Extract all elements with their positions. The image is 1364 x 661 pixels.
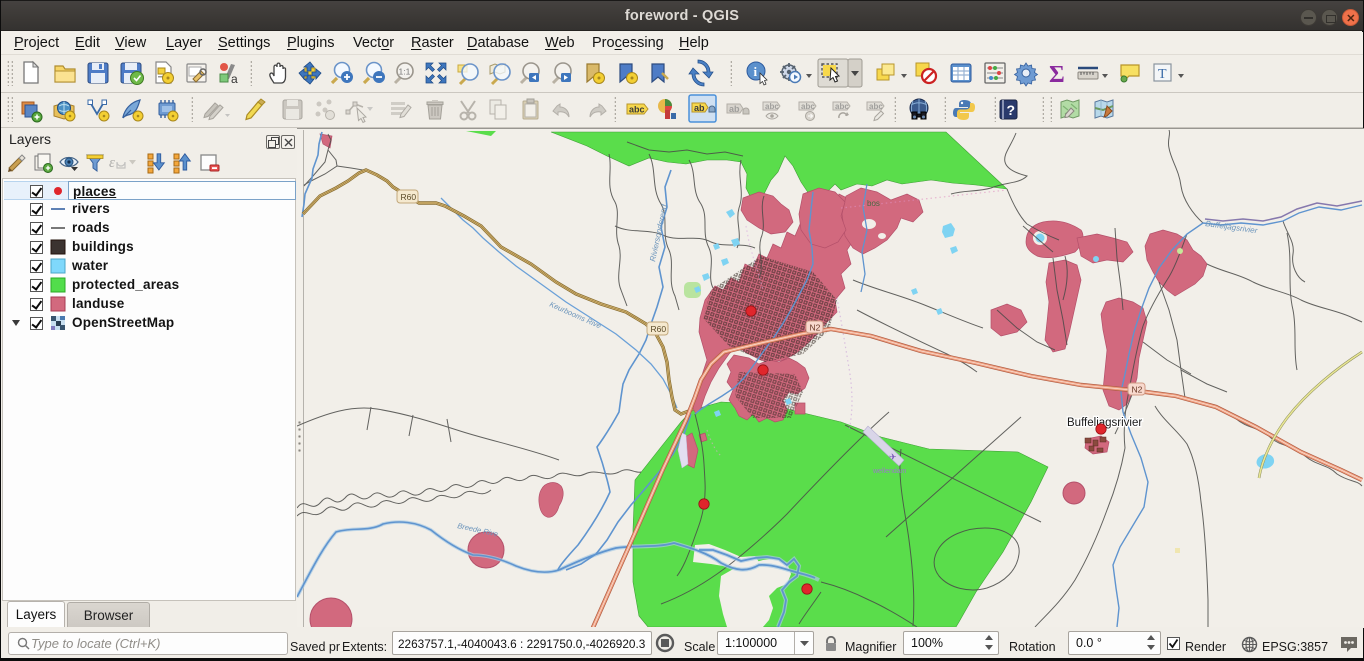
- svg-text:abc: abc: [835, 102, 849, 111]
- svg-text:ε: ε: [109, 155, 115, 171]
- svg-text:abc: abc: [801, 102, 815, 111]
- svg-text:abc: abc: [629, 105, 645, 115]
- svg-text:abc: abc: [869, 102, 883, 111]
- svg-text:wellendam: wellendam: [872, 468, 907, 475]
- svg-text:N2: N2: [810, 323, 821, 333]
- svg-text:?: ?: [1007, 102, 1016, 118]
- svg-text:i: i: [754, 64, 758, 79]
- svg-text:a: a: [231, 72, 238, 86]
- svg-text:✈: ✈: [889, 452, 897, 462]
- svg-text:R60: R60: [401, 192, 417, 202]
- svg-text:abc: abc: [765, 102, 779, 111]
- svg-text:Σ: Σ: [1049, 62, 1065, 88]
- svg-text:R60: R60: [651, 324, 667, 334]
- svg-text:ab: ab: [694, 103, 705, 113]
- svg-text:bos: bos: [867, 199, 880, 208]
- svg-text:N2: N2: [1132, 385, 1143, 395]
- svg-text:ab: ab: [729, 104, 740, 114]
- svg-text:1:1: 1:1: [399, 67, 411, 77]
- svg-text:T: T: [1158, 67, 1167, 82]
